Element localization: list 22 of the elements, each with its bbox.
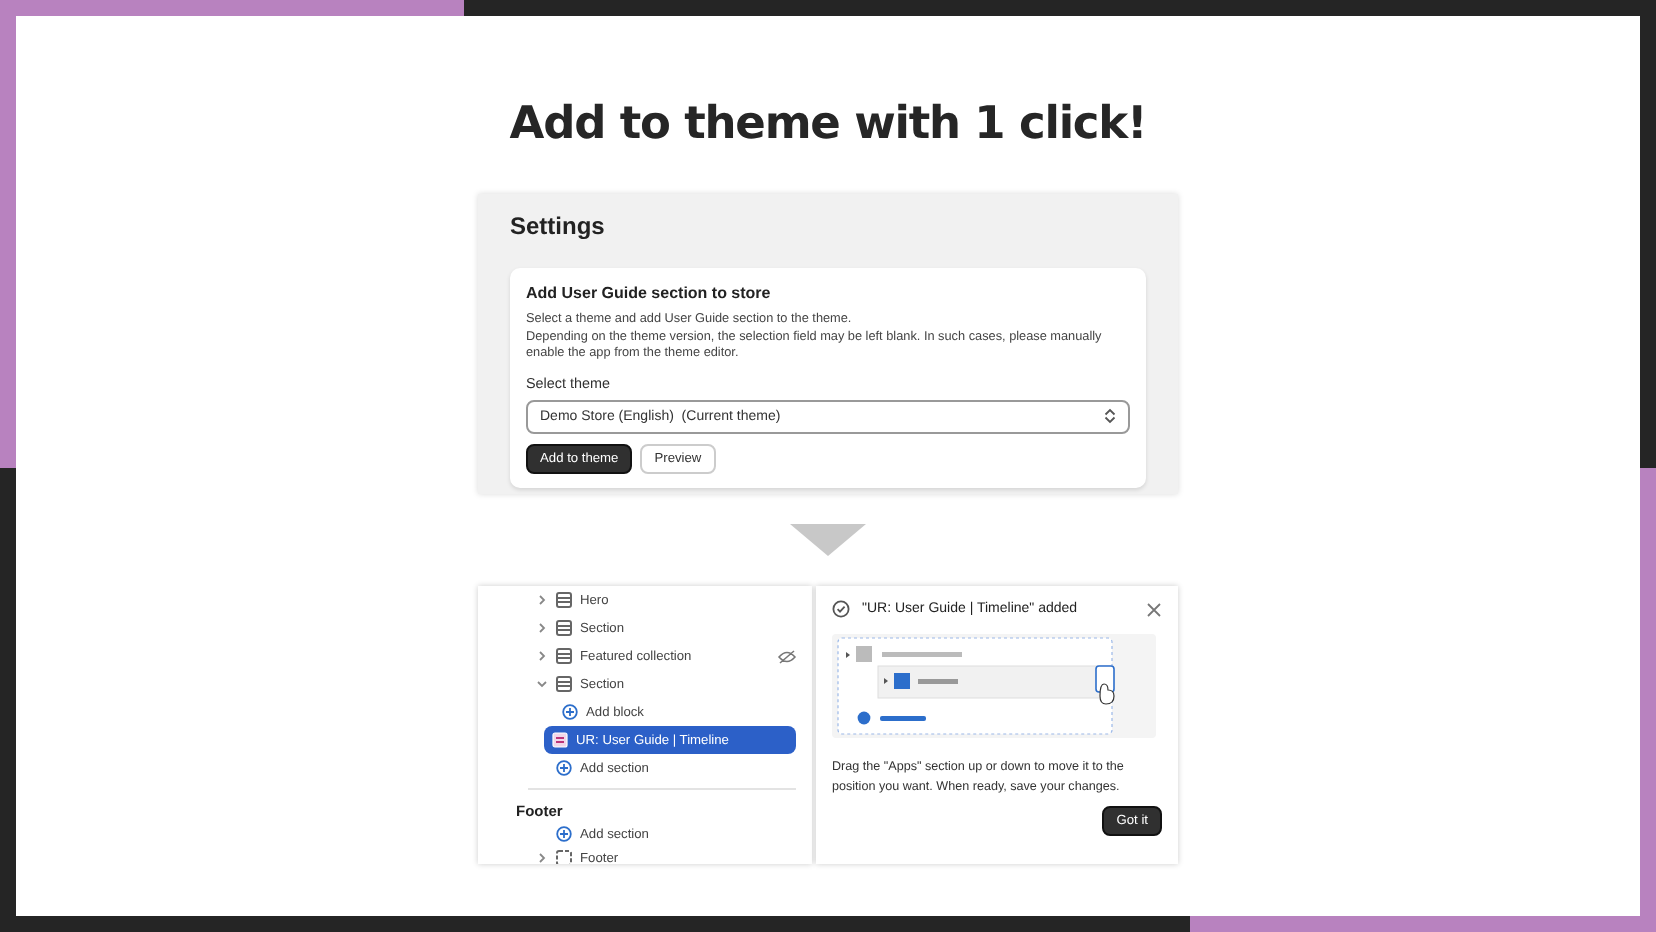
plus-circle-icon: [556, 760, 572, 776]
section-icon: [556, 620, 572, 636]
chevron-updown-icon: [1104, 408, 1116, 424]
card-title: Add User Guide section to store: [526, 284, 773, 302]
eye-slash-icon: [778, 649, 796, 663]
section-icon: [556, 648, 572, 664]
chevron-right-icon: [536, 622, 548, 634]
check-circle-icon: [832, 600, 850, 618]
section-icon: [556, 592, 572, 608]
headline: Add to theme with 1 click!: [509, 96, 1147, 154]
chevron-right-icon: [536, 650, 548, 662]
footer-section-icon: [556, 850, 572, 864]
chevron-right-icon: [536, 852, 548, 864]
app-block-icon: [552, 732, 568, 748]
section-icon: [556, 676, 572, 692]
chevron-down-icon: [536, 678, 548, 690]
down-arrow-icon: [790, 524, 866, 556]
plus-circle-icon: [562, 704, 578, 720]
chevron-right-icon: [536, 594, 548, 606]
close-icon[interactable]: [1146, 601, 1162, 617]
plus-circle-icon: [556, 826, 572, 842]
panel-title: Settings: [510, 212, 607, 240]
